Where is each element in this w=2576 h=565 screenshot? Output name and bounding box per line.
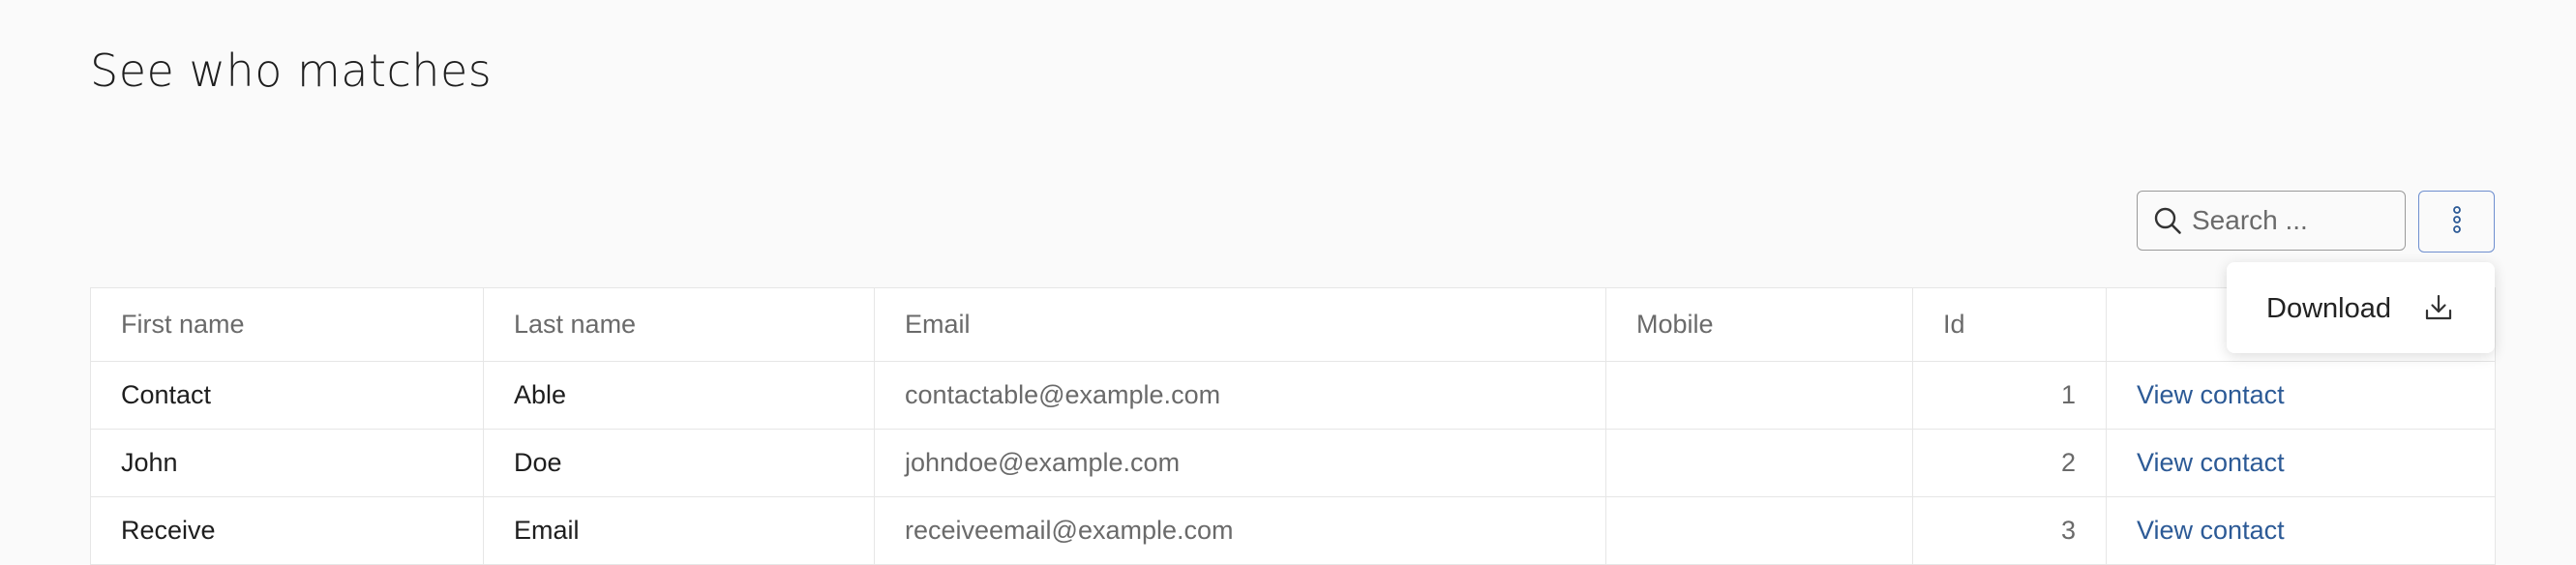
- page-title: See who matches: [90, 45, 493, 97]
- search-box[interactable]: [2137, 191, 2406, 251]
- search-input[interactable]: [2190, 204, 2387, 237]
- cell-first-name: Receive: [90, 496, 484, 565]
- view-contact-link[interactable]: View contact: [2137, 516, 2285, 545]
- view-contact-link[interactable]: View contact: [2137, 448, 2285, 477]
- cell-first-name: John: [90, 429, 484, 497]
- download-menu-item-label: Download: [2266, 293, 2391, 324]
- cell-mobile: [1605, 361, 1913, 430]
- table-header-row: First name Last name Email Mobile Id: [90, 287, 2496, 362]
- contacts-table: First name Last name Email Mobile Id Con…: [90, 287, 2496, 565]
- view-contact-link[interactable]: View contact: [2137, 380, 2285, 409]
- cell-email: johndoe@example.com: [874, 429, 1606, 497]
- cell-action: View contact: [2106, 429, 2496, 497]
- table-row: John Doe johndoe@example.com 2 View cont…: [90, 429, 2496, 497]
- cell-first-name: Contact: [90, 361, 484, 430]
- cell-last-name: Doe: [483, 429, 875, 497]
- cell-id: 3: [1912, 496, 2107, 565]
- cell-mobile: [1605, 496, 1913, 565]
- cell-action: View contact: [2106, 361, 2496, 430]
- cell-mobile: [1605, 429, 1913, 497]
- cell-id: 2: [1912, 429, 2107, 497]
- download-menu-item[interactable]: Download: [2227, 262, 2495, 353]
- column-header-first-name[interactable]: First name: [90, 287, 484, 362]
- cell-last-name: Email: [483, 496, 875, 565]
- column-header-id[interactable]: Id: [1912, 287, 2107, 362]
- table-row: Contact Able contactable@example.com 1 V…: [90, 361, 2496, 430]
- more-options-button[interactable]: [2418, 191, 2495, 253]
- vertical-ellipsis-icon: [2450, 205, 2464, 239]
- cell-email: contactable@example.com: [874, 361, 1606, 430]
- cell-last-name: Able: [483, 361, 875, 430]
- table-row: Receive Email receiveemail@example.com 3…: [90, 496, 2496, 565]
- more-options-menu: Download: [2227, 262, 2495, 353]
- search-icon: [2153, 206, 2182, 235]
- column-header-last-name[interactable]: Last name: [483, 287, 875, 362]
- download-icon: [2423, 292, 2454, 328]
- cell-id: 1: [1912, 361, 2107, 430]
- cell-email: receiveemail@example.com: [874, 496, 1606, 565]
- column-header-email[interactable]: Email: [874, 287, 1606, 362]
- column-header-mobile[interactable]: Mobile: [1605, 287, 1913, 362]
- cell-action: View contact: [2106, 496, 2496, 565]
